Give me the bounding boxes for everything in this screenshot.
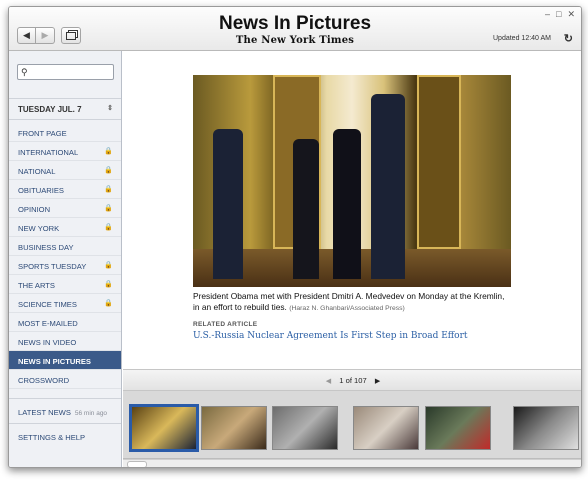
sidebar-item-the-arts[interactable]: The Arts 🔒: [9, 275, 121, 294]
sidebar-item-label: Most E-Mailed: [18, 319, 78, 328]
related-article-link[interactable]: U.S.-Russia Nuclear Agreement Is First S…: [193, 331, 468, 341]
maximize-button[interactable]: □: [556, 9, 561, 20]
photo-medvedev: [293, 139, 319, 279]
thumb-street[interactable]: [272, 406, 338, 450]
window-controls: – □ ✕: [545, 9, 575, 20]
sidebar-item-label: Obituaries: [18, 186, 64, 195]
sidebar-item-label: International: [18, 148, 79, 157]
previous-photo-button[interactable]: ◀: [326, 378, 331, 385]
sidebar-item-label: Science Times: [18, 300, 77, 309]
settings-help-label: SETTINGS & HELP: [18, 433, 86, 442]
sidebar: ⚲ TUESDAY JUL. 7 ⇕ Front Page Internation…: [9, 51, 122, 467]
thumb-press[interactable]: [513, 406, 579, 450]
sidebar-item-news-in-pictures[interactable]: News in Pictures: [9, 351, 121, 370]
sidebar-item-label: The Arts: [18, 281, 55, 290]
up-down-arrows-icon: ⇕: [107, 105, 113, 112]
thumb-kremlin[interactable]: [129, 404, 199, 452]
search-icon: ⚲: [21, 67, 28, 77]
sidebar-item-label: Crossword: [18, 376, 70, 385]
header-bar: ◀ ▶ News In Pictures The New York Times …: [9, 7, 581, 51]
photo-guard-left: [213, 129, 243, 279]
latest-news-label: LATEST NEWS: [18, 408, 71, 417]
sidebar-item-label: Business Day: [18, 243, 74, 252]
sidebar-item-label: National: [18, 167, 56, 176]
settings-help-item[interactable]: SETTINGS & HELP: [9, 423, 121, 447]
lock-icon: 🔒: [104, 167, 113, 174]
date-selector[interactable]: TUESDAY JUL. 7 ⇕: [9, 98, 121, 120]
section-list: Front Page International 🔒 National 🔒 Obituar…: [9, 123, 121, 389]
page-title: News In Pictures: [218, 13, 372, 34]
lock-icon: 🔒: [104, 300, 113, 307]
thumb-hospital[interactable]: [353, 406, 419, 450]
sidebar-item-business-day[interactable]: Business Day: [9, 237, 121, 256]
scrollbar-thumb[interactable]: [127, 461, 147, 467]
sidebar-item-label: Front Page: [18, 129, 67, 138]
minimize-button[interactable]: –: [545, 9, 550, 20]
refresh-icon: ↻: [563, 33, 573, 45]
latest-news-item[interactable]: LATEST NEWS 56 min ago: [9, 398, 121, 422]
related-article-label: RELATED ARTICLE: [193, 321, 258, 328]
updated-label: Updated: [493, 35, 520, 42]
photo-guard-right: [371, 94, 405, 279]
pager-bar: ◀ 1 of 107 ▶: [123, 369, 581, 391]
filmstrip: [123, 391, 581, 459]
sidebar-item-label: News in Pictures: [18, 357, 91, 366]
refresh-button[interactable]: ↻: [564, 32, 573, 45]
search-input[interactable]: ⚲: [17, 64, 114, 80]
sidebar-item-most-e-mailed[interactable]: Most E-Mailed: [9, 313, 121, 332]
sidebar-item-label: News in Video: [18, 338, 77, 347]
lock-icon: 🔒: [104, 186, 113, 193]
photo-credit: (Haraz N. Ghanbari/Associated Press): [289, 305, 405, 312]
sidebar-item-label: Sports Tuesday: [18, 262, 87, 271]
latest-news-age: 56 min ago: [74, 410, 108, 417]
app-window: ◀ ▶ News In Pictures The New York Times …: [8, 6, 582, 468]
sidebar-item-international[interactable]: International 🔒: [9, 142, 121, 161]
lock-icon: 🔒: [104, 224, 113, 231]
updated-time: 12:40 AM: [521, 35, 551, 42]
sidebar-item-label: Opinion: [18, 205, 51, 214]
main-content: President Obama met with President Dmitr…: [123, 51, 581, 467]
next-photo-button[interactable]: ▶: [375, 378, 380, 385]
sidebar-item-national[interactable]: National 🔒: [9, 161, 121, 180]
sidebar-item-sports-tuesday[interactable]: Sports Tuesday 🔒: [9, 256, 121, 275]
photo-caption: President Obama met with President Dmitr…: [193, 291, 513, 314]
photo-obama: [333, 129, 361, 279]
close-button[interactable]: ✕: [567, 9, 575, 20]
thumb-military[interactable]: [425, 406, 491, 450]
sidebar-item-news-in-video[interactable]: News in Video: [9, 332, 121, 351]
date-label: TUESDAY JUL. 7: [18, 105, 82, 114]
sidebar-item-crossword[interactable]: Crossword: [9, 370, 121, 389]
photo-door-right: [417, 75, 461, 249]
photo-count: 1 of 107: [339, 376, 367, 385]
sidebar-item-obituaries[interactable]: Obituaries 🔒: [9, 180, 121, 199]
sidebar-item-science-times[interactable]: Science Times 🔒: [9, 294, 121, 313]
sidebar-item-new-york[interactable]: New York 🔒: [9, 218, 121, 237]
lock-icon: 🔒: [104, 262, 113, 269]
horizontal-scrollbar[interactable]: [123, 459, 581, 467]
featured-photo[interactable]: [193, 75, 511, 287]
updated-status: Updated 12:40 AM: [493, 35, 551, 42]
sidebar-item-opinion[interactable]: Opinion 🔒: [9, 199, 121, 218]
sidebar-item-front-page[interactable]: Front Page: [9, 123, 121, 142]
lock-icon: 🔒: [104, 205, 113, 212]
lock-icon: 🔒: [104, 148, 113, 155]
sidebar-item-label: New York: [18, 224, 60, 233]
lock-icon: 🔒: [104, 281, 113, 288]
thumb-room[interactable]: [201, 406, 267, 450]
